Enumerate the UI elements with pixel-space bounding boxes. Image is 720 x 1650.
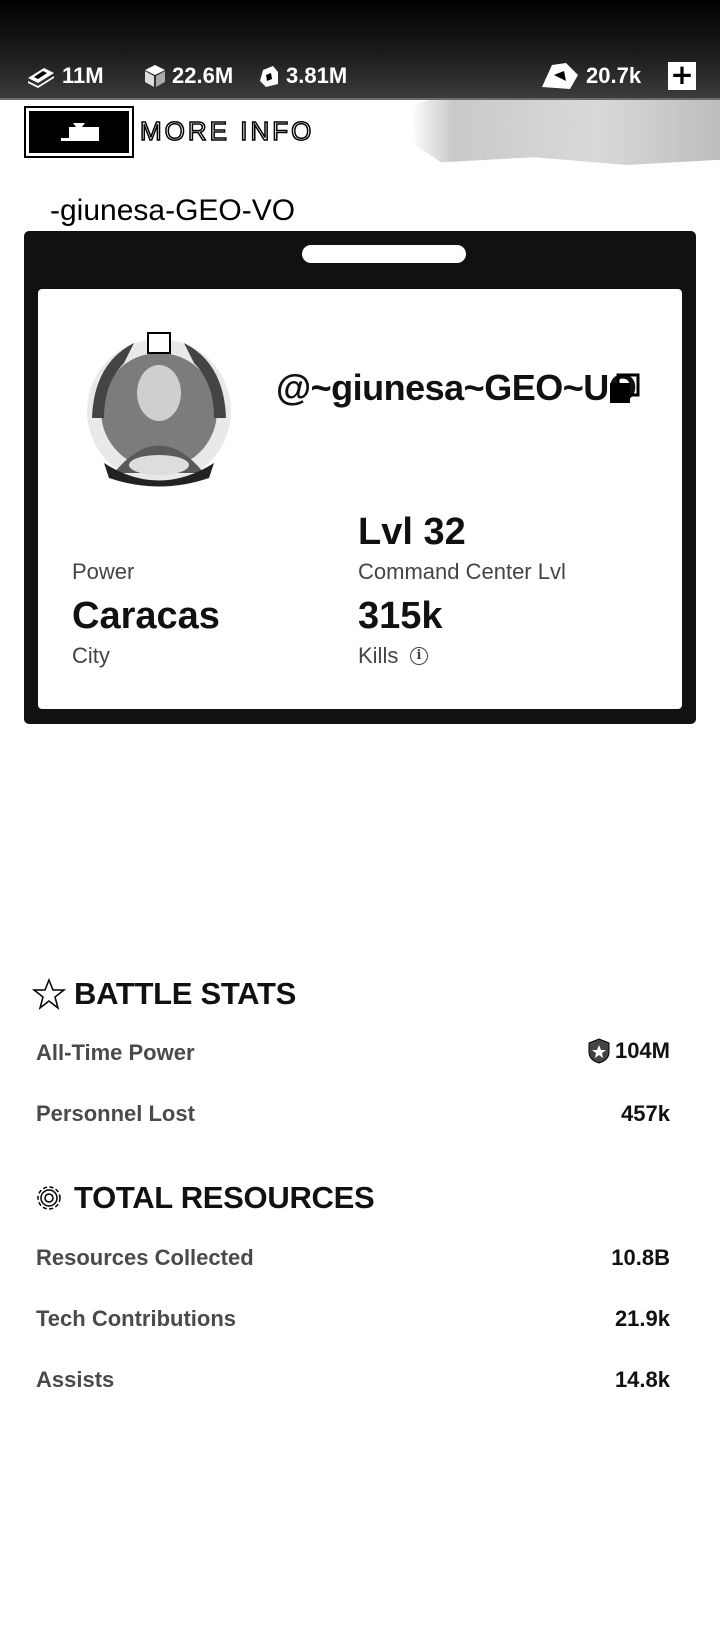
gear-icon <box>37 1186 61 1210</box>
city-label: City <box>72 643 110 668</box>
resources-collected-value: 10.8B <box>611 1245 670 1270</box>
profile-card-body: @~giunesa~GEO~UO Lvl 32 Power Command Ce… <box>38 289 682 709</box>
username: @~giunesa~GEO~UO <box>276 367 637 408</box>
all-time-power-number: 104M <box>614 1038 670 1063</box>
supplies-resource[interactable]: 22.6M <box>144 60 233 92</box>
personnel-lost-value: 457k <box>621 1101 670 1126</box>
power-label: Power <box>72 559 135 584</box>
more-info-label: MORE INFO <box>139 115 315 147</box>
cash-stack-icon <box>28 68 54 88</box>
battle-stats-header: BATTLE STATS <box>32 976 296 1012</box>
supplies-value: 22.6M <box>172 63 234 88</box>
resources-collected-label: Resources Collected <box>36 1245 254 1270</box>
card-handle[interactable] <box>302 245 466 263</box>
tech-contributions-value: 21.9k <box>614 1306 670 1331</box>
command-center-level-label: Command Center Lvl <box>358 559 566 584</box>
add-premium-button[interactable]: + <box>668 61 696 90</box>
fuel-resource[interactable]: 3.81M <box>258 60 347 92</box>
command-center-level: Lvl 32 <box>358 511 466 553</box>
tech-contributions-label: Tech Contributions <box>36 1306 237 1331</box>
header-brush-decoration <box>410 100 720 165</box>
cash-resource[interactable]: 11M <box>26 60 104 92</box>
kills-label: Kills <box>358 643 399 668</box>
kills-info-icon[interactable]: i <box>410 647 428 665</box>
city-name: Caracas <box>72 595 220 637</box>
personnel-lost-label: Personnel Lost <box>36 1101 195 1126</box>
assists-value: 14.8k <box>614 1367 670 1392</box>
back-button[interactable] <box>24 106 134 158</box>
premium-currency-icon <box>542 63 578 89</box>
profile-card: @~giunesa~GEO~UO Lvl 32 Power Command Ce… <box>24 231 696 724</box>
supply-crate-icon <box>145 65 165 87</box>
cash-value: 11M <box>62 63 104 88</box>
back-arrow-icon <box>61 123 99 141</box>
total-resources-title: TOTAL RESOURCES <box>74 1180 375 1215</box>
fuel-value: 3.81M <box>286 63 348 88</box>
battle-stats-title: BATTLE STATS <box>74 976 296 1011</box>
star-icon <box>32 978 66 1010</box>
player-avatar[interactable] <box>74 323 244 493</box>
premium-resource[interactable]: 20.7k <box>540 60 641 92</box>
total-resources-header: TOTAL RESOURCES <box>32 1180 375 1216</box>
copy-icon[interactable] <box>608 373 640 405</box>
all-time-power-label: All-Time Power <box>36 1040 195 1065</box>
power-shield-icon <box>588 1038 610 1064</box>
premium-value: 20.7k <box>586 63 642 88</box>
all-time-power-value: 104M <box>587 1038 670 1064</box>
kills-value: 315k <box>358 595 443 637</box>
fuel-canister-icon <box>260 66 278 87</box>
assists-label: Assists <box>36 1367 115 1392</box>
page-title: -giunesa-GEO-VO <box>50 194 296 227</box>
resource-bar: 11M 22.6M 3.81M 20.7k + <box>0 0 720 100</box>
